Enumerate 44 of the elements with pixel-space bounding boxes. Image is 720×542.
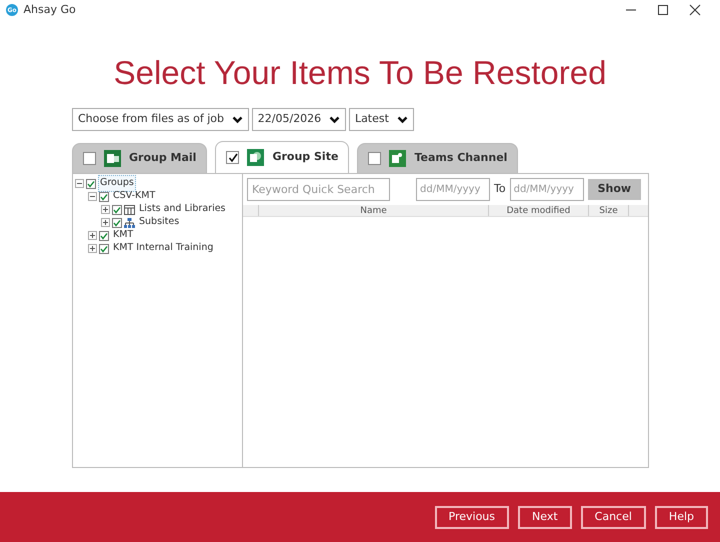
tree-item[interactable]: Groups	[98, 175, 136, 192]
tab[interactable]: Group Mail	[72, 143, 208, 173]
table-icon	[124, 204, 135, 214]
footer-button[interactable]: Next	[518, 506, 572, 528]
checkbox[interactable]	[99, 230, 109, 240]
tab[interactable]: Teams Channel	[357, 143, 518, 173]
checkbox[interactable]	[112, 218, 122, 228]
to-label: To	[494, 181, 506, 198]
checkmark-icon	[228, 152, 238, 162]
expand-icon[interactable]	[101, 205, 110, 214]
checkbox[interactable]	[86, 178, 96, 188]
close-icon[interactable]	[688, 3, 702, 17]
expand-icon[interactable]	[101, 218, 110, 227]
window-title: Ahsay Go	[24, 2, 76, 18]
maximize-icon[interactable]	[656, 3, 670, 17]
show-button[interactable]: Show	[588, 179, 642, 200]
dropdown[interactable]: Choose from files as of job	[72, 108, 250, 131]
checkbox[interactable]	[112, 204, 122, 214]
site-app-icon	[247, 149, 264, 166]
footer-button[interactable]: Previous	[434, 506, 510, 528]
search-field[interactable]: Keyword Quick Search	[247, 178, 390, 201]
footer-button[interactable]: Help	[654, 506, 708, 528]
collapse-icon[interactable]	[88, 192, 97, 201]
date-to-field[interactable]: dd/MM/yyyy	[510, 178, 584, 201]
expand-icon[interactable]	[88, 244, 97, 253]
column-header[interactable]: Name	[258, 205, 488, 216]
tab[interactable]: Group Site	[215, 141, 350, 173]
dropdown[interactable]: Latest	[348, 108, 414, 131]
mail-app-icon	[104, 150, 121, 167]
sitemap-icon	[124, 218, 135, 228]
footer-button[interactable]: Cancel	[580, 506, 646, 528]
column-header[interactable]: Date modified	[488, 205, 588, 216]
chevron-icon	[232, 116, 244, 124]
page-heading: Select Your Items To Be Restored	[112, 53, 608, 93]
teams-app-icon	[389, 150, 406, 167]
collapse-icon[interactable]	[75, 179, 84, 188]
dropdown[interactable]: 22/05/2026	[252, 108, 346, 131]
column-header[interactable]: Size	[588, 205, 628, 216]
chevron-icon	[329, 116, 340, 124]
checkbox[interactable]	[99, 244, 109, 254]
date-from-field[interactable]: dd/MM/yyyy	[416, 178, 490, 201]
expand-icon[interactable]	[88, 231, 97, 240]
chevron-icon	[396, 116, 408, 124]
checkbox[interactable]	[99, 192, 109, 202]
